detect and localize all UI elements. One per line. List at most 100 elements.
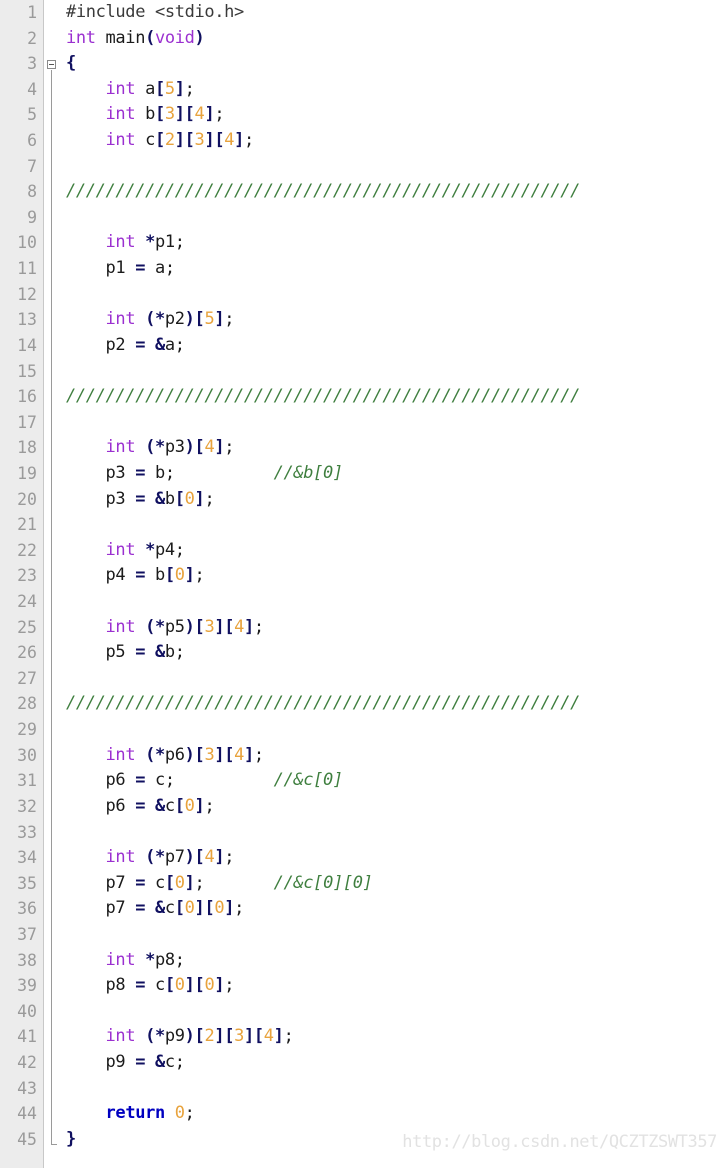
code-token-plain: ; [194, 565, 205, 586]
code-line[interactable] [62, 359, 725, 385]
fold-collapse-icon[interactable] [47, 59, 56, 69]
code-editor: 1 2 3 4 5 6 7 8 9 10 11 12 13 14 15 16 17 18 19 20 21 22 23 24 2… [0, 0, 725, 1168]
code-line[interactable] [62, 512, 725, 538]
watermark-text: http://blog.csdn.net/QCZTZSWT357 [402, 1132, 717, 1152]
code-line[interactable]: int *p4; [62, 538, 725, 564]
code-line[interactable]: int (*p5)[3][4]; [62, 615, 725, 641]
code-token-op: = [135, 1051, 146, 1072]
code-token-plain: c [135, 130, 155, 151]
code-line[interactable]: int b[3][4]; [62, 102, 725, 128]
code-line[interactable] [62, 922, 725, 948]
code-line[interactable]: p9 = &c; [62, 1050, 725, 1076]
code-token-plain: a [135, 78, 155, 99]
code-content-area[interactable]: #include <stdio.h> int main(void){ int a[… [62, 0, 725, 1168]
code-line[interactable]: int c[2][3][4]; [62, 128, 725, 154]
code-line[interactable]: p3 = &b[0]; [62, 487, 725, 513]
code-line[interactable] [62, 282, 725, 308]
line-number: 3 [27, 54, 37, 74]
code-line[interactable]: p6 = &c[0]; [62, 794, 725, 820]
code-line[interactable]: p3 = b; //&b[0] [62, 461, 725, 487]
code-line[interactable]: int (*p6)[3][4]; [62, 743, 725, 769]
code-token-op: [ [224, 616, 235, 637]
code-line[interactable]: int a[5]; [62, 77, 725, 103]
code-line[interactable]: { [62, 51, 725, 77]
line-number: 37 [17, 924, 37, 944]
code-line[interactable]: ////////////////////////////////////////… [62, 691, 725, 717]
code-token-kw: int [105, 104, 136, 125]
code-token-op: (* [145, 616, 165, 637]
code-line[interactable]: p6 = c; //&c[0] [62, 768, 725, 794]
line-number: 32 [17, 796, 37, 816]
code-line[interactable] [62, 205, 725, 231]
code-token-num: 0 [204, 975, 215, 996]
code-token-plain: p7 [66, 872, 136, 893]
code-token-op: = [135, 462, 146, 483]
code-token-op: (* [145, 1026, 165, 1047]
code-token-num: 5 [164, 78, 175, 99]
code-line[interactable] [62, 1076, 725, 1102]
code-token-op: * [145, 232, 155, 253]
code-token-op: [ [214, 130, 225, 151]
code-line[interactable]: p2 = &a; [62, 333, 725, 359]
code-line[interactable]: p7 = &c[0][0]; [62, 896, 725, 922]
code-token-num: 2 [204, 1026, 215, 1047]
code-token-op: [ [154, 78, 165, 99]
code-token-cmt: //&c[0] [273, 770, 344, 791]
code-token-plain: p2 [164, 309, 185, 330]
code-line[interactable]: #include <stdio.h> [62, 0, 725, 26]
line-number-gutter: 1 2 3 4 5 6 7 8 9 10 11 12 13 14 15 16 17 18 19 20 21 22 23 24 2… [0, 0, 44, 1168]
code-token-plain: p8 [66, 975, 136, 996]
code-token-op: ] [204, 104, 215, 125]
code-token-plain: c [164, 898, 175, 919]
code-folding-margin[interactable] [44, 0, 62, 1168]
code-line[interactable]: p7 = c[0]; //&c[0][0] [62, 871, 725, 897]
code-line[interactable]: return 0; [62, 1101, 725, 1127]
line-number: 14 [17, 335, 37, 355]
code-token-kw: int [105, 1026, 136, 1047]
code-line[interactable]: int main(void) [62, 26, 725, 52]
code-token-op: [ [194, 744, 205, 765]
line-number: 42 [17, 1052, 37, 1072]
line-number: 26 [17, 643, 37, 663]
code-line[interactable] [62, 410, 725, 436]
code-token-plain: c; [164, 1051, 185, 1072]
code-line[interactable]: int (*p7)[4]; [62, 845, 725, 871]
code-line[interactable]: p8 = c[0][0]; [62, 973, 725, 999]
line-number: 15 [17, 361, 37, 381]
code-line[interactable] [62, 154, 725, 180]
code-line[interactable] [62, 666, 725, 692]
line-number: 13 [17, 310, 37, 330]
code-line[interactable] [62, 717, 725, 743]
code-line[interactable]: int *p8; [62, 948, 725, 974]
code-line[interactable]: p1 = a; [62, 256, 725, 282]
code-line[interactable] [62, 820, 725, 846]
line-number: 9 [27, 207, 37, 227]
line-number: 16 [17, 387, 37, 407]
code-token-op: [ [174, 488, 185, 509]
code-token-op: & [154, 1051, 165, 1072]
code-token-plain: p1 [66, 258, 136, 279]
line-number: 22 [17, 540, 37, 560]
code-line[interactable]: int (*p9)[2][3][4]; [62, 1024, 725, 1050]
code-line[interactable] [62, 589, 725, 615]
line-number: 36 [17, 899, 37, 919]
code-line[interactable]: ////////////////////////////////////////… [62, 179, 725, 205]
code-line[interactable]: p5 = &b; [62, 640, 725, 666]
code-token-plain: ; [234, 898, 244, 919]
code-token-op: ] [214, 1026, 225, 1047]
code-line[interactable]: int *p1; [62, 230, 725, 256]
code-token-plain: b; [145, 462, 274, 483]
code-token-op: ) [184, 616, 195, 637]
code-line[interactable]: ////////////////////////////////////////… [62, 384, 725, 410]
code-token-kw: int [105, 949, 136, 970]
line-number: 2 [27, 28, 37, 48]
code-line[interactable]: p4 = b[0]; [62, 563, 725, 589]
code-line[interactable] [62, 999, 725, 1025]
code-line[interactable]: int (*p2)[5]; [62, 307, 725, 333]
code-line[interactable]: int (*p3)[4]; [62, 435, 725, 461]
